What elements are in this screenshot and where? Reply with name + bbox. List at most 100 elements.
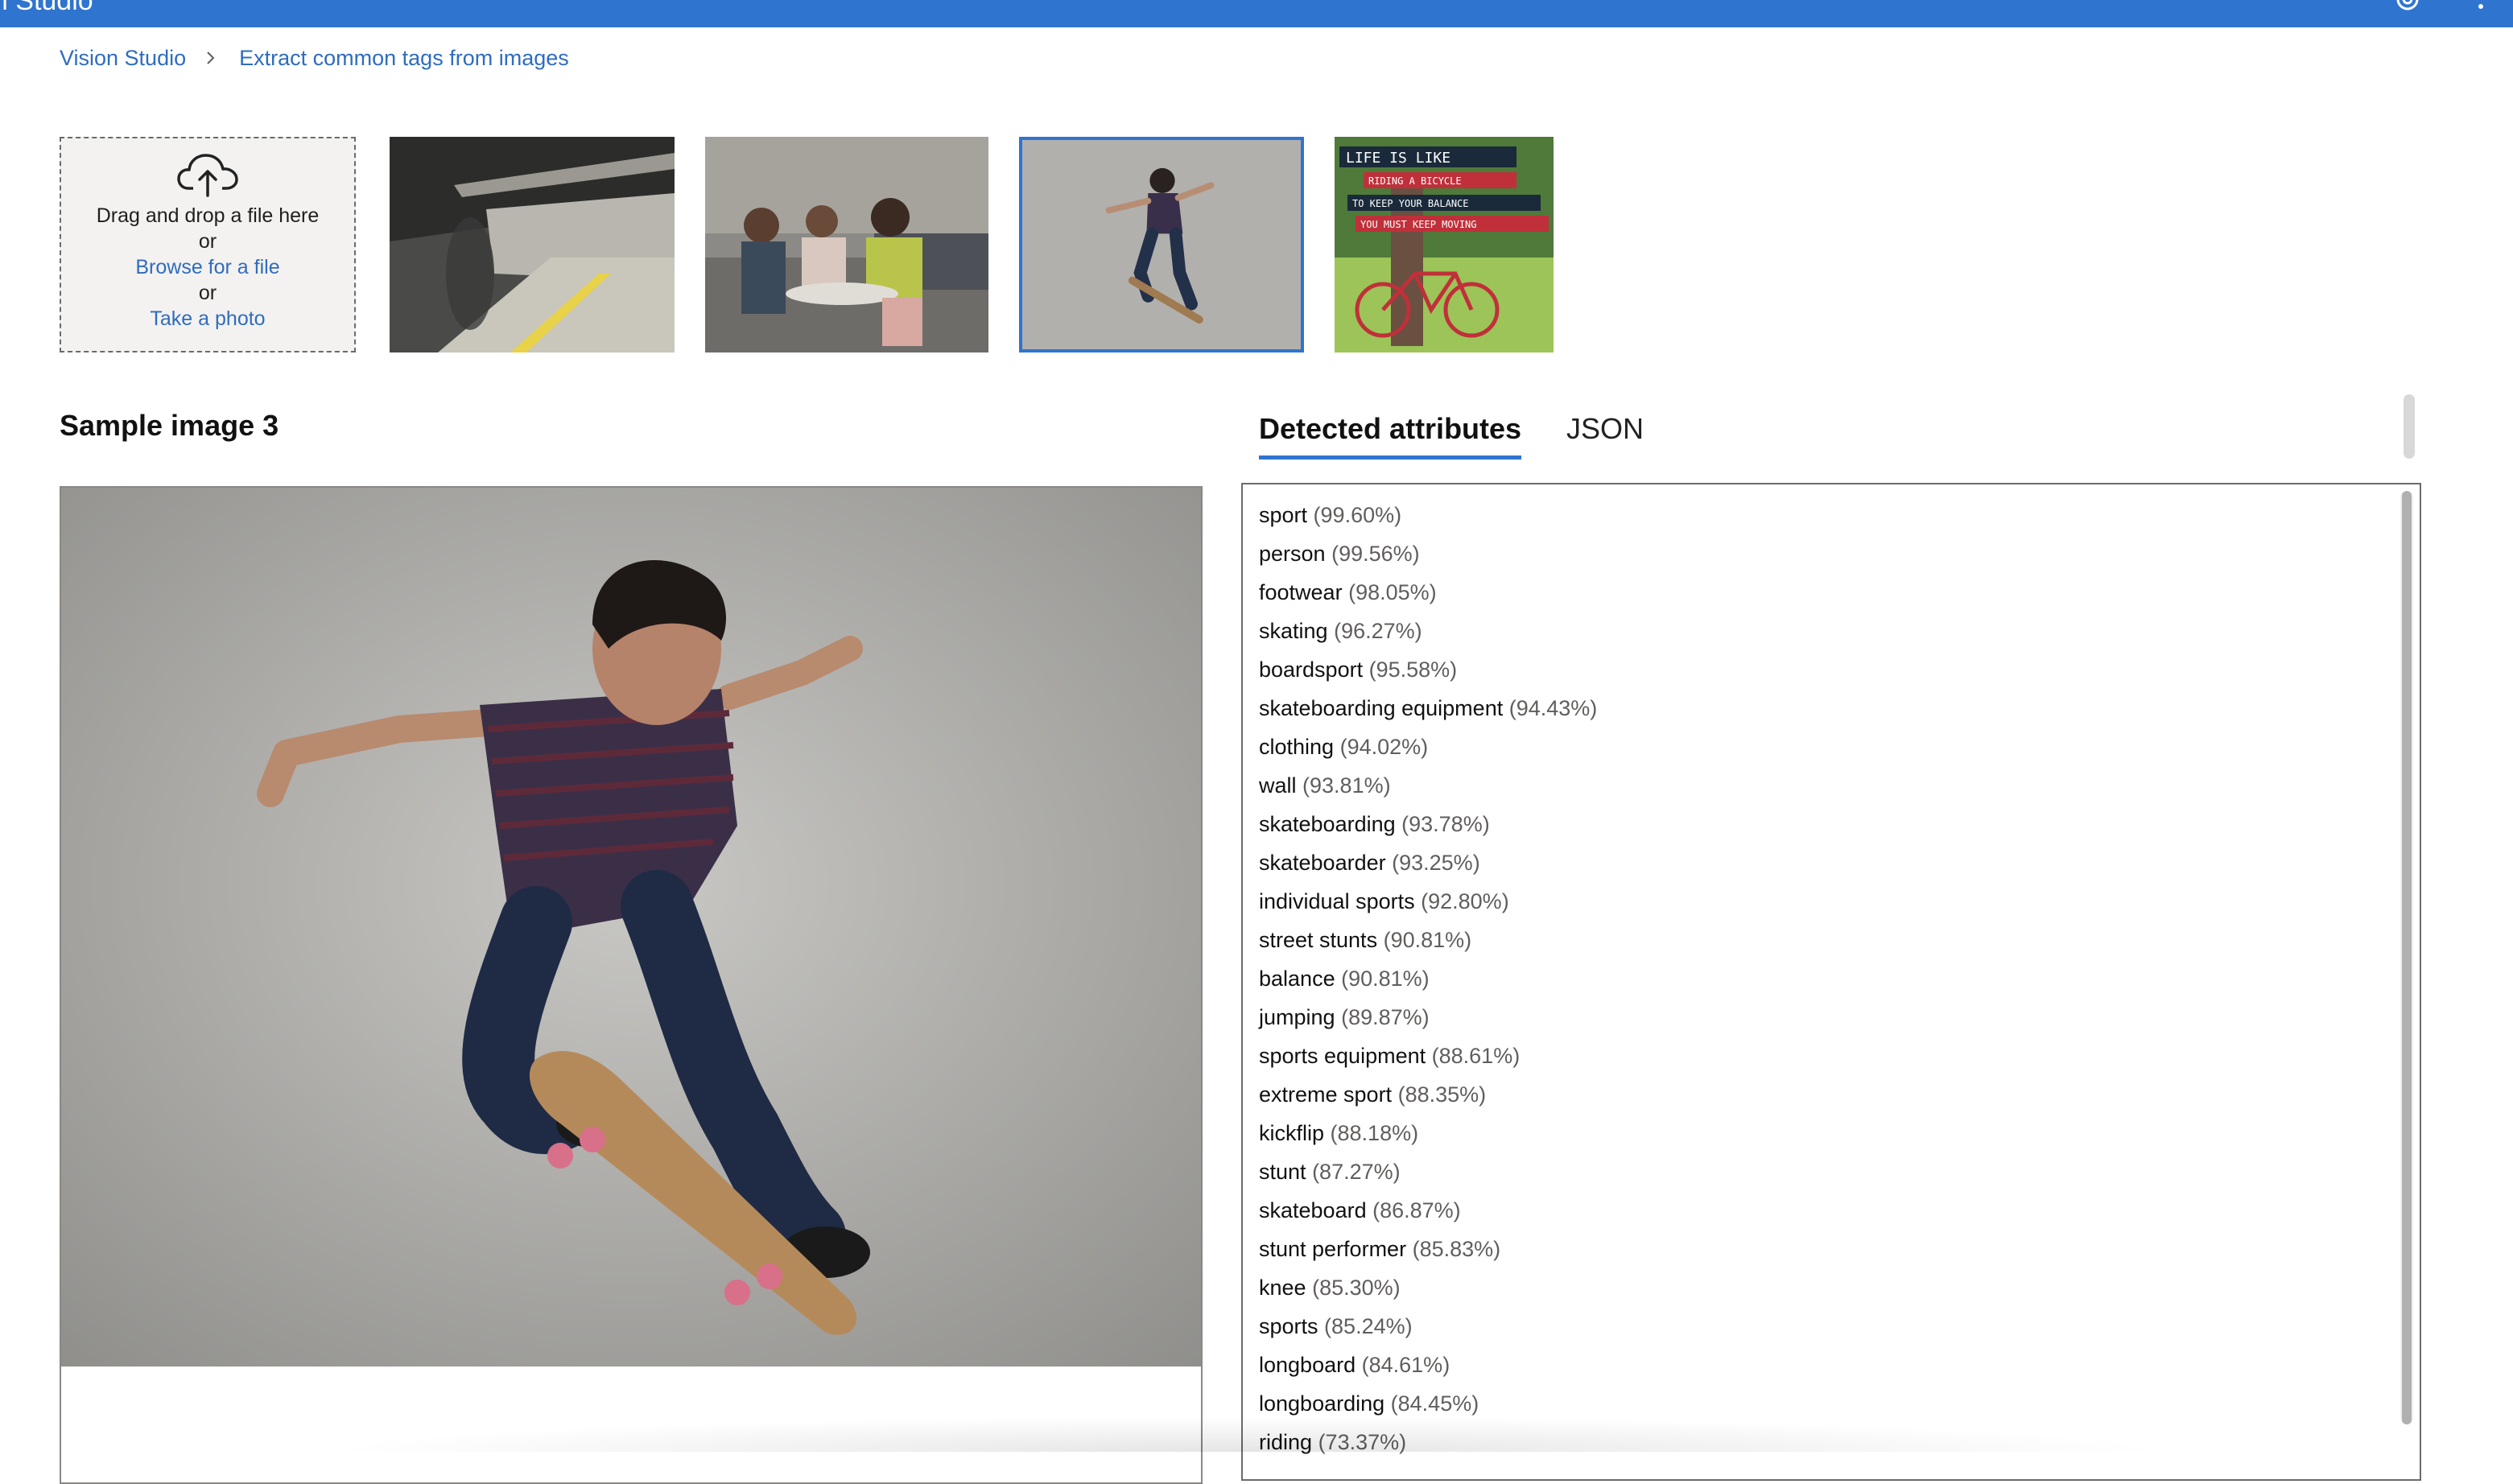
attribute-confidence: (84.61%) bbox=[1361, 1353, 1450, 1377]
attribute-item: clothing (94.02%) bbox=[1259, 728, 2420, 766]
attribute-confidence: (88.61%) bbox=[1431, 1044, 1521, 1068]
sample-image-2[interactable] bbox=[705, 137, 988, 352]
attribute-name: balance bbox=[1259, 967, 1335, 991]
attribute-item: knee (85.30%) bbox=[1259, 1268, 2420, 1307]
browse-file-link[interactable]: Browse for a file bbox=[61, 254, 354, 280]
file-drop-zone[interactable]: Drag and drop a file here or Browse for … bbox=[60, 137, 356, 352]
attribute-name: stunt bbox=[1259, 1160, 1306, 1184]
attribute-confidence: (85.24%) bbox=[1324, 1314, 1413, 1338]
app-title: on Studio bbox=[0, 0, 93, 16]
attribute-name: person bbox=[1259, 542, 1326, 566]
attribute-name: knee bbox=[1259, 1276, 1306, 1300]
take-photo-link[interactable]: Take a photo bbox=[61, 306, 354, 332]
attribute-name: individual sports bbox=[1259, 889, 1415, 913]
skateboarder-image bbox=[61, 488, 1201, 1367]
attribute-confidence: (92.80%) bbox=[1421, 889, 1509, 913]
attribute-confidence: (93.81%) bbox=[1302, 773, 1391, 798]
attribute-list: sport (99.60%) person (99.56%) footwear (9… bbox=[1243, 484, 2420, 1461]
gear-icon[interactable] bbox=[2391, 0, 2424, 16]
attribute-name: sport bbox=[1259, 503, 1308, 527]
attribute-item: skateboarding (93.78%) bbox=[1259, 805, 2420, 843]
attribute-item: skateboard (86.87%) bbox=[1259, 1191, 2420, 1230]
poster-line-3: TO KEEP YOUR BALANCE bbox=[1352, 198, 1469, 209]
attribute-name: street stunts bbox=[1259, 928, 1378, 952]
attribute-confidence: (94.43%) bbox=[1508, 696, 1598, 720]
scrollbar-thumb[interactable] bbox=[2402, 491, 2412, 1424]
attribute-confidence: (94.02%) bbox=[1339, 735, 1429, 759]
tab-json[interactable]: JSON bbox=[1566, 402, 1644, 456]
attribute-item: person (99.56%) bbox=[1259, 534, 2420, 573]
sample-image-1[interactable] bbox=[390, 137, 675, 352]
attribute-confidence: (99.56%) bbox=[1331, 542, 1420, 566]
or-separator: or bbox=[198, 230, 217, 253]
attribute-name: clothing bbox=[1259, 735, 1335, 759]
attribute-confidence: (85.83%) bbox=[1412, 1237, 1501, 1261]
attribute-item: boardsport (95.58%) bbox=[1259, 650, 2420, 689]
attribute-confidence: (88.18%) bbox=[1330, 1121, 1419, 1145]
attribute-confidence: (93.78%) bbox=[1401, 812, 1490, 836]
attribute-name: skating bbox=[1259, 619, 1328, 643]
attribute-item: sports equipment (88.61%) bbox=[1259, 1037, 2420, 1075]
breadcrumb-current-link[interactable]: Extract common tags from images bbox=[239, 46, 569, 71]
bicycle-poster-image: LIFE IS LIKE RIDING A BICYCLE TO KEEP YO… bbox=[1335, 137, 1554, 352]
attribute-confidence: (93.25%) bbox=[1392, 851, 1480, 875]
breadcrumb: Vision Studio Extract common tags from i… bbox=[60, 40, 569, 76]
attribute-name: stunt performer bbox=[1259, 1237, 1407, 1261]
sample-image-3[interactable] bbox=[1019, 137, 1304, 352]
attribute-name: riding bbox=[1259, 1430, 1313, 1454]
attribute-item: skateboarding equipment (94.43%) bbox=[1259, 689, 2420, 728]
attribute-item: stunt performer (85.83%) bbox=[1259, 1230, 2420, 1268]
attribute-name: sports bbox=[1259, 1314, 1318, 1338]
cloud-upload-icon bbox=[177, 154, 238, 197]
attribute-item: wall (93.81%) bbox=[1259, 766, 2420, 805]
attribute-name: boardsport bbox=[1259, 657, 1364, 682]
subway-platform-image bbox=[390, 137, 675, 352]
attribute-item: balance (90.81%) bbox=[1259, 959, 2420, 998]
attribute-confidence: (96.27%) bbox=[1334, 619, 1422, 643]
attribute-item: sport (99.60%) bbox=[1259, 496, 2420, 534]
attribute-confidence: (89.87%) bbox=[1341, 1005, 1430, 1029]
attribute-item: kickflip (88.18%) bbox=[1259, 1114, 2420, 1152]
tabs-scrollbar[interactable] bbox=[2404, 394, 2415, 459]
page-title: Sample image 3 bbox=[60, 409, 279, 442]
attribute-name: longboarding bbox=[1259, 1391, 1385, 1416]
more-vertical-icon[interactable] bbox=[2471, 0, 2490, 16]
attribute-name: footwear bbox=[1259, 580, 1343, 604]
attribute-confidence: (88.35%) bbox=[1397, 1082, 1487, 1107]
attribute-confidence: (95.58%) bbox=[1368, 657, 1458, 682]
poster-line-1: LIFE IS LIKE bbox=[1346, 150, 1450, 167]
skateboarder-thumbnail-image bbox=[1022, 140, 1301, 349]
attribute-name: skateboarding bbox=[1259, 812, 1396, 836]
attribute-confidence: (90.81%) bbox=[1383, 928, 1472, 952]
attribute-item: jumping (89.87%) bbox=[1259, 998, 2420, 1037]
attribute-confidence: (73.37%) bbox=[1318, 1430, 1407, 1454]
attribute-item: stunt (87.27%) bbox=[1259, 1152, 2420, 1191]
attribute-name: skateboard bbox=[1259, 1198, 1367, 1222]
attribute-item: riding (73.37%) bbox=[1259, 1423, 2420, 1461]
or-separator: or bbox=[198, 282, 217, 304]
drop-instruction: Drag and drop a file here bbox=[96, 204, 320, 227]
attribute-item: skating (96.27%) bbox=[1259, 612, 2420, 650]
attribute-item: extreme sport (88.35%) bbox=[1259, 1075, 2420, 1114]
attribute-item: longboard (84.61%) bbox=[1259, 1346, 2420, 1384]
image-preview bbox=[60, 486, 1203, 1484]
attribute-item: street stunts (90.81%) bbox=[1259, 921, 2420, 959]
attribute-confidence: (85.30%) bbox=[1312, 1276, 1401, 1300]
attribute-item: longboarding (84.45%) bbox=[1259, 1384, 2420, 1423]
attribute-confidence: (98.05%) bbox=[1348, 580, 1437, 604]
office-meeting-image bbox=[705, 137, 988, 352]
attribute-item: skateboarder (93.25%) bbox=[1259, 843, 2420, 882]
sample-image-4[interactable]: LIFE IS LIKE RIDING A BICYCLE TO KEEP YO… bbox=[1335, 137, 1554, 352]
attribute-confidence: (99.60%) bbox=[1313, 503, 1402, 527]
attribute-name: sports equipment bbox=[1259, 1044, 1426, 1068]
attribute-scrollbar[interactable] bbox=[2400, 491, 2413, 1424]
poster-line-4: YOU MUST KEEP MOVING bbox=[1360, 219, 1477, 230]
attribute-confidence: (90.81%) bbox=[1341, 967, 1430, 991]
attribute-name: kickflip bbox=[1259, 1121, 1325, 1145]
attribute-item: footwear (98.05%) bbox=[1259, 573, 2420, 612]
attribute-name: longboard bbox=[1259, 1353, 1356, 1377]
attribute-name: skateboarder bbox=[1259, 851, 1386, 875]
attribute-confidence: (84.45%) bbox=[1390, 1391, 1479, 1416]
tab-detected-attributes[interactable]: Detected attributes bbox=[1259, 402, 1522, 460]
breadcrumb-home-link[interactable]: Vision Studio bbox=[60, 46, 186, 71]
